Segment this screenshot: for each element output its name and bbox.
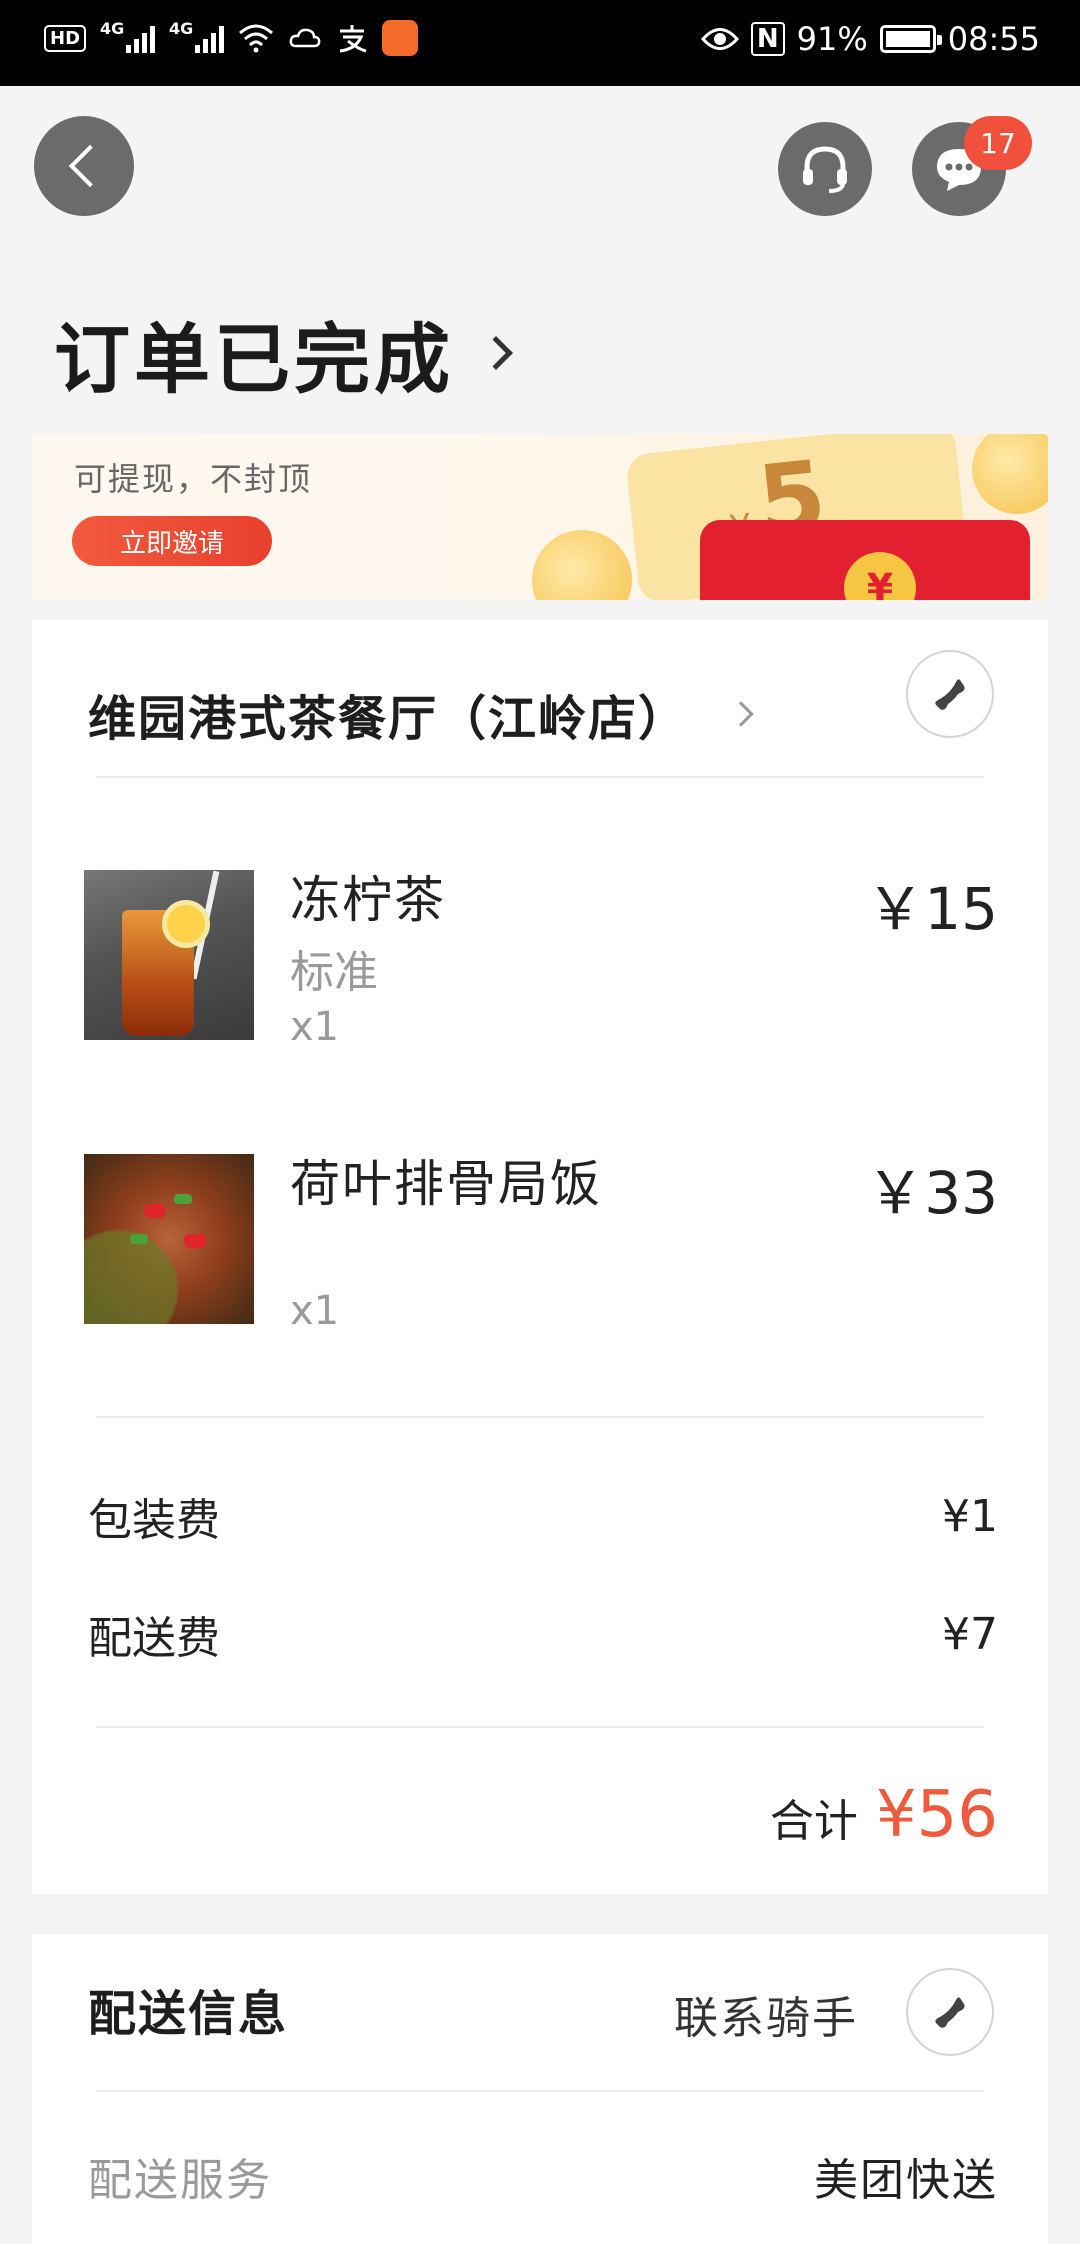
battery-percent: 91%: [796, 20, 868, 58]
delivery-service-value: 美团快送: [814, 2155, 998, 2206]
item-image-iced-lemon-tea: [84, 870, 254, 1040]
call-shop-button[interactable]: [906, 650, 994, 738]
call-rider-button[interactable]: [906, 1968, 994, 2056]
item-price: ￥33: [866, 1159, 998, 1227]
order-card: 维园港式茶餐厅（江岭店） 冻柠茶 标准 x1 ￥15 荷叶排骨局饭 x1 ￥33: [32, 620, 1048, 1894]
fee-row-delivery: 配送费 ¥7: [88, 1604, 998, 1665]
shop-name: 维园港式茶餐厅（江岭店）: [88, 691, 689, 747]
eye-icon: [700, 28, 739, 50]
customer-service-button[interactable]: [778, 122, 872, 216]
item-image-lotus-leaf-rib-rice: [84, 1154, 254, 1324]
invite-button[interactable]: 立即邀请: [72, 516, 272, 566]
order-item: 冻柠茶 标准 x1 ￥15: [84, 870, 998, 1060]
total-row: 合计 ¥56: [770, 1778, 998, 1852]
chevron-right-icon: [728, 701, 754, 727]
order-status-title[interactable]: 订单已完成: [54, 298, 513, 408]
headset-icon: [803, 146, 847, 193]
item-name: 冻柠茶: [290, 871, 446, 929]
chevron-right-icon: [479, 336, 513, 370]
app-icon: [382, 20, 419, 56]
item-spec: 标准: [290, 947, 378, 998]
nfc-icon: N: [750, 22, 785, 56]
status-bar: HD 4G 4G N 91% 08:55: [0, 0, 1080, 86]
order-item: 荷叶排骨局饭 x1 ￥33: [84, 1154, 998, 1344]
contact-rider-label[interactable]: 联系骑手: [674, 1982, 858, 2046]
status-bar-right: N 91% 08:55: [700, 20, 1040, 58]
coin-graphic: [532, 530, 632, 600]
fee-label: 包装费: [88, 1495, 220, 1546]
message-badge: 17: [964, 116, 1032, 170]
fee-row-packaging: 包装费 ¥1: [88, 1486, 998, 1547]
battery-icon: [879, 25, 942, 53]
hd-indicator: HD: [44, 24, 87, 52]
divider: [96, 1726, 984, 1728]
coin-graphic: [972, 434, 1048, 514]
item-quantity: x1: [290, 1288, 340, 1334]
delivery-title: 配送信息: [88, 1986, 289, 2042]
phone-icon: [935, 679, 965, 710]
total-value: ¥56: [875, 1778, 998, 1852]
message-button[interactable]: 17: [912, 116, 1032, 216]
item-name: 荷叶排骨局饭: [290, 1155, 602, 1213]
fee-value: ¥7: [942, 1608, 998, 1660]
divider: [96, 2090, 984, 2092]
signal-icon: 4G: [100, 19, 156, 53]
weather-icon: [289, 28, 321, 48]
item-quantity: x1: [290, 1004, 340, 1050]
fee-value: ¥1: [942, 1490, 998, 1542]
chevron-left-icon: [68, 144, 112, 188]
status-bar-left: HD 4G 4G: [44, 19, 419, 56]
delivery-service-label: 配送服务: [88, 2155, 272, 2206]
wifi-icon: [239, 24, 274, 53]
alipay-icon: [339, 25, 367, 53]
back-button[interactable]: [34, 116, 134, 216]
signal-icon-2: 4G: [169, 19, 225, 53]
phone-icon: [935, 1997, 965, 2028]
item-price: ￥15: [866, 875, 998, 943]
divider: [96, 1416, 984, 1418]
total-label: 合计: [769, 1796, 858, 1847]
fee-label: 配送费: [88, 1613, 220, 1664]
invite-banner[interactable]: 可提现，不封顶 立即邀请 ¥ 5 ¥: [32, 434, 1048, 600]
banner-text: 可提现，不封顶: [74, 460, 313, 498]
divider: [96, 776, 984, 778]
delivery-card: 配送信息 联系骑手 配送服务 美团快送: [32, 1934, 1048, 2244]
page-title: 订单已完成: [54, 315, 454, 404]
shop-row[interactable]: 维园港式茶餐厅（江岭店）: [88, 664, 998, 764]
clock: 08:55: [947, 20, 1040, 58]
